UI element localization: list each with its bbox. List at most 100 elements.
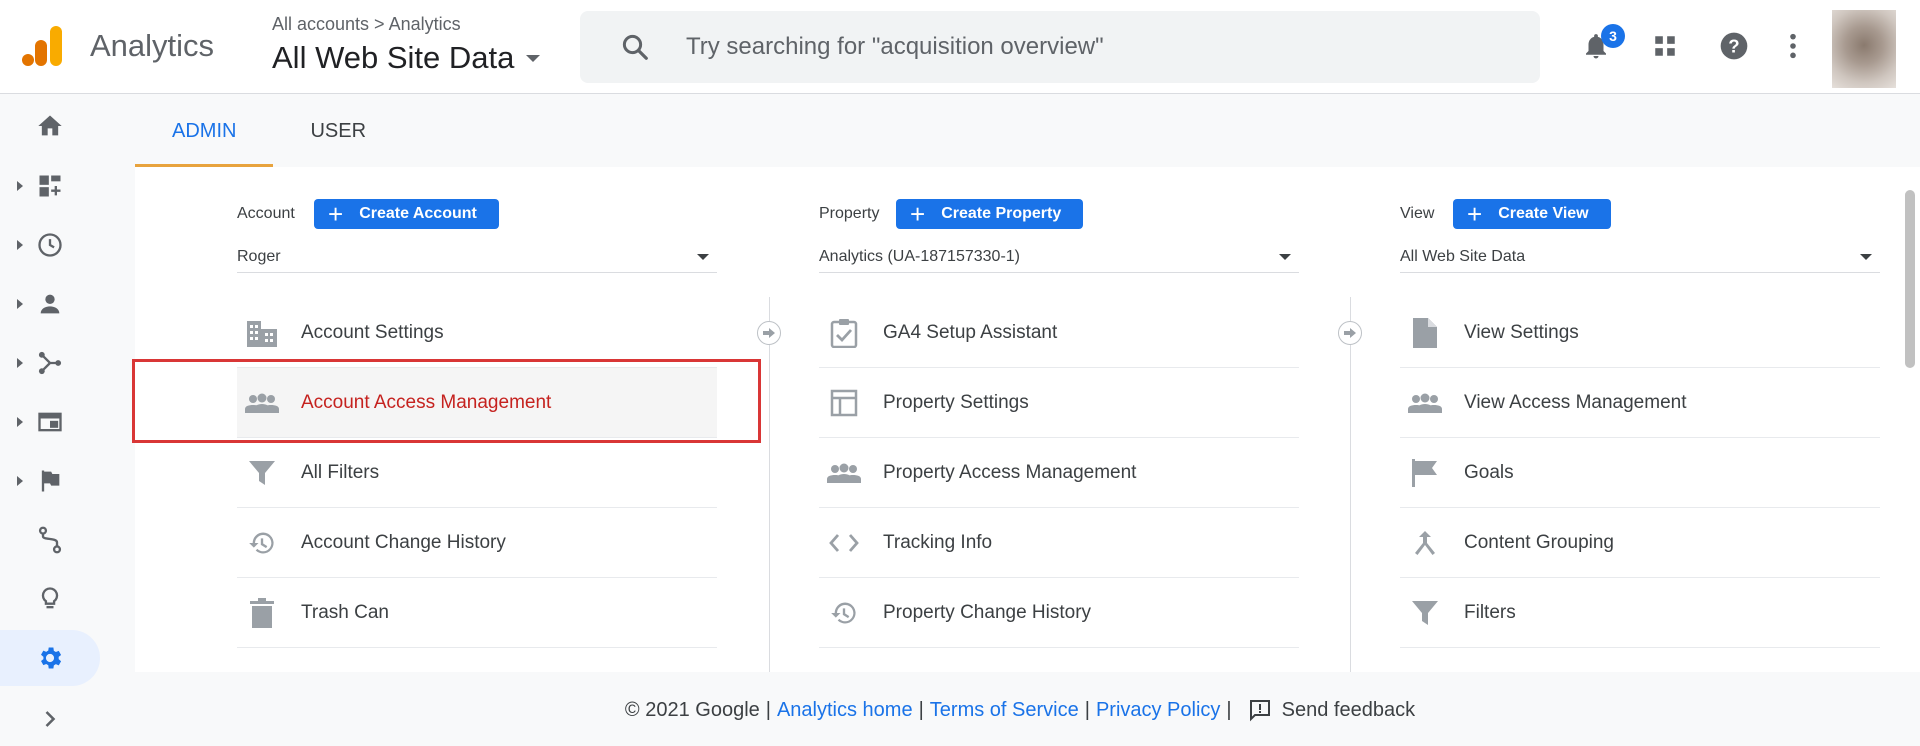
- search-bar[interactable]: [580, 11, 1540, 83]
- trash-icon: [245, 597, 279, 628]
- view-name: All Web Site Data: [272, 40, 515, 75]
- create-account-label: Create Account: [359, 205, 477, 222]
- nav-acquisition[interactable]: [0, 335, 100, 391]
- view-access-management-item[interactable]: View Access Management: [1400, 368, 1880, 438]
- attribution-icon: [38, 526, 62, 554]
- expand-arrow-icon: [17, 240, 23, 250]
- analytics-home-link[interactable]: Analytics home: [777, 699, 913, 722]
- expand-arrow-icon: [17, 299, 23, 309]
- item-label: All Filters: [301, 461, 380, 483]
- history-icon: [827, 598, 861, 628]
- create-view-label: Create View: [1498, 205, 1589, 222]
- account-column: Account + Create Account Roger Account S…: [237, 167, 717, 672]
- people-icon: [245, 388, 279, 418]
- tab-user[interactable]: USER: [273, 95, 403, 167]
- plus-icon: +: [1467, 199, 1483, 229]
- item-label: View Access Management: [1464, 391, 1687, 413]
- discover-icon: [41, 587, 59, 609]
- property-menu: GA4 Setup Assistant Property Settings Pr…: [819, 298, 1299, 648]
- property-selected: Analytics (UA-187157330-1): [819, 247, 1020, 265]
- account-menu: Account Settings Account Access Manageme…: [237, 298, 717, 648]
- footer: © 2021 Google | Analytics home | Terms o…: [0, 688, 1920, 732]
- item-label: Account Settings: [301, 321, 444, 343]
- account-change-history-item[interactable]: Account Change History: [237, 508, 717, 578]
- analytics-logo-icon[interactable]: [20, 24, 64, 68]
- view-settings-item[interactable]: View Settings: [1400, 298, 1880, 368]
- nav-customization[interactable]: [0, 158, 100, 214]
- property-access-management-item[interactable]: Property Access Management: [819, 438, 1299, 508]
- goals-item[interactable]: Goals: [1400, 438, 1880, 508]
- nav-discover[interactable]: [0, 571, 100, 627]
- item-label: Account Change History: [301, 531, 506, 553]
- flag-icon: [1408, 458, 1442, 488]
- filters-item[interactable]: Filters: [1400, 578, 1880, 648]
- feedback-icon: [1249, 700, 1270, 722]
- property-change-history-item[interactable]: Property Change History: [819, 578, 1299, 648]
- plus-icon: +: [910, 199, 926, 229]
- copyright-text: © 2021 Google: [624, 698, 760, 721]
- send-feedback-label: Send feedback: [1281, 698, 1416, 721]
- nav-behavior[interactable]: [0, 394, 100, 450]
- nav-attribution[interactable]: [0, 512, 100, 568]
- caret-down-icon: [1279, 253, 1291, 260]
- admin-panel: Account + Create Account Roger Account S…: [135, 167, 1920, 672]
- plus-icon: +: [328, 199, 344, 229]
- view-label: View: [1400, 205, 1435, 222]
- nav-realtime[interactable]: [0, 217, 100, 273]
- account-selector[interactable]: Roger: [237, 241, 717, 273]
- view-selector-dropdown[interactable]: All Web Site Data: [1400, 241, 1880, 273]
- nav-conversions[interactable]: [0, 453, 100, 509]
- notification-badge: 3: [1601, 24, 1625, 48]
- item-label: GA4 Setup Assistant: [883, 321, 1058, 343]
- tracking-info-item[interactable]: Tracking Info: [819, 508, 1299, 578]
- item-label: Property Change History: [883, 601, 1092, 623]
- admin-tabs: ADMIN USER: [135, 95, 403, 167]
- more-options-button[interactable]: [1775, 28, 1811, 64]
- merge-icon: [1408, 528, 1442, 558]
- scrollbar[interactable]: [1905, 190, 1915, 368]
- customization-icon: [39, 175, 61, 197]
- trash-can-item[interactable]: Trash Can: [237, 578, 717, 648]
- property-settings-item[interactable]: Property Settings: [819, 368, 1299, 438]
- all-filters-item[interactable]: All Filters: [237, 438, 717, 508]
- create-property-button[interactable]: + Create Property: [896, 199, 1084, 229]
- arrow-right-circle-icon: [1338, 321, 1362, 345]
- content-grouping-item[interactable]: Content Grouping: [1400, 508, 1880, 578]
- breadcrumb[interactable]: All accounts > Analytics: [272, 14, 461, 35]
- view-selector[interactable]: All Web Site Data: [272, 40, 541, 76]
- search-input[interactable]: [686, 33, 1506, 61]
- footer-separator: |: [1084, 698, 1090, 721]
- expand-arrow-icon: [17, 181, 23, 191]
- terms-of-service-link[interactable]: Terms of Service: [930, 699, 1079, 722]
- item-label: Filters: [1464, 601, 1516, 623]
- footer-separator: |: [1226, 698, 1232, 721]
- people-icon: [827, 458, 861, 488]
- nav-admin[interactable]: [0, 630, 100, 686]
- property-header: Property + Create Property: [819, 199, 1084, 229]
- property-label: Property: [819, 205, 880, 222]
- view-menu: View Settings View Access Management Goa…: [1400, 298, 1880, 648]
- send-feedback-button[interactable]: Send feedback: [1248, 698, 1415, 722]
- help-button[interactable]: ?: [1716, 28, 1752, 64]
- item-label: Content Grouping: [1464, 531, 1614, 553]
- caret-down-icon: [1860, 253, 1872, 260]
- nav-audience[interactable]: [0, 276, 100, 332]
- ga4-setup-assistant-item[interactable]: GA4 Setup Assistant: [819, 298, 1299, 368]
- view-header: View + Create View: [1400, 199, 1611, 229]
- expand-arrow-icon: [17, 476, 23, 486]
- footer-separator: |: [765, 698, 771, 721]
- property-selector[interactable]: Analytics (UA-187157330-1): [819, 241, 1299, 273]
- item-label: Property Access Management: [883, 461, 1137, 483]
- apps-button[interactable]: [1647, 28, 1683, 64]
- account-label: Account: [237, 205, 295, 222]
- account-settings-item[interactable]: Account Settings: [237, 298, 717, 368]
- privacy-policy-link[interactable]: Privacy Policy: [1096, 699, 1220, 722]
- tab-admin[interactable]: ADMIN: [135, 95, 274, 167]
- avatar[interactable]: [1832, 10, 1896, 88]
- create-account-button[interactable]: + Create Account: [314, 199, 499, 229]
- create-view-button[interactable]: + Create View: [1453, 199, 1611, 229]
- account-access-management-item[interactable]: Account Access Management: [237, 368, 717, 438]
- create-property-label: Create Property: [941, 205, 1062, 222]
- expand-arrow-icon: [17, 358, 23, 368]
- nav-home[interactable]: [0, 98, 100, 154]
